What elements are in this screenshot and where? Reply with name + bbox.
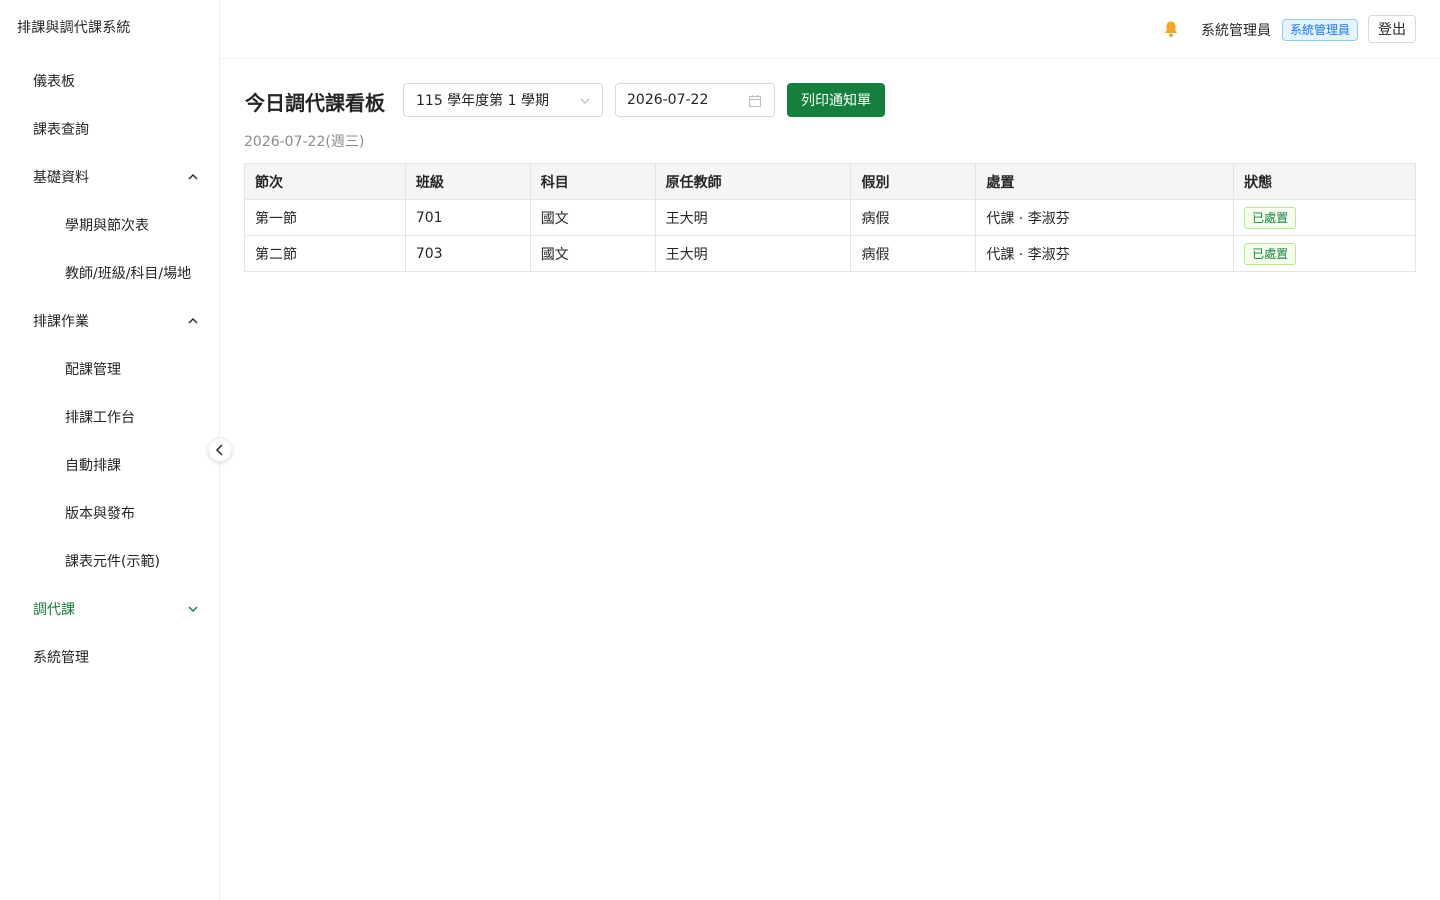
sidebar-item-label: 配課管理 [65,362,121,378]
sidebar-item-label: 儀表板 [33,74,75,90]
column-header-period: 節次 [244,163,406,200]
role-badge: 系統管理員 [1282,19,1359,41]
cell-handling: 代課 · 李淑芬 [975,199,1235,236]
sidebar-item-label: 調代課 [33,602,75,618]
cell-subject: 國文 [529,235,656,272]
cell-handling: 代課 · 李淑芬 [975,235,1235,272]
status-badge: 已處置 [1244,242,1297,265]
date-picker-value: 2026-07-22 [627,92,709,108]
sidebar-item-teachers-classes[interactable]: 教師/班級/科目/場地 [0,249,219,297]
calendar-icon [748,95,762,108]
cell-period: 第二節 [244,235,406,272]
cell-original-teacher: 王大明 [654,235,852,272]
sidebar-item-dashboard[interactable]: 儀表板 [0,57,219,105]
sidebar-item-timetable-query[interactable]: 課表查詢 [0,105,219,153]
column-header-class: 班級 [404,163,531,200]
sidebar-item-label: 教師/班級/科目/場地 [65,266,192,282]
sidebar-item-label: 課表元件(示範) [65,554,160,570]
print-notice-button[interactable]: 列印通知單 [787,83,885,117]
sidebar-item-label: 自動排課 [65,458,121,474]
sidebar-item-basic-data[interactable]: 基礎資料 [0,153,219,201]
chevron-down-icon [580,98,590,104]
sidebar-item-system-admin[interactable]: 系統管理 [0,633,219,681]
sidebar-item-timetable-component[interactable]: 課表元件(示範) [0,537,219,585]
chevron-up-icon [188,318,198,324]
table-row: 第二節 703 國文 王大明 病假 代課 · 李淑芬 已處置 [244,235,1416,272]
date-picker[interactable]: 2026-07-22 [615,83,775,117]
logout-button[interactable]: 登出 [1368,15,1416,43]
table-row: 第一節 701 國文 王大明 病假 代課 · 李淑芬 已處置 [244,199,1416,236]
bell-icon[interactable] [1163,20,1179,38]
sidebar-item-auto-scheduling[interactable]: 自動排課 [0,441,219,489]
sidebar-item-label: 排課工作台 [65,410,135,426]
sidebar-item-terms-periods[interactable]: 學期與節次表 [0,201,219,249]
sidebar-item-label: 學期與節次表 [65,218,149,234]
sidebar-collapse-button[interactable] [208,438,232,462]
sidebar-item-scheduling-workbench[interactable]: 排課工作台 [0,393,219,441]
chevron-left-icon [215,444,223,456]
column-header-handling: 處置 [975,163,1235,200]
column-header-subject: 科目 [529,163,656,200]
status-badge: 已處置 [1244,206,1297,229]
sidebar-item-label: 基礎資料 [33,170,89,186]
cell-class: 701 [404,199,531,236]
app-title: 排課與調代課系統 [17,20,131,36]
table-header-row: 節次 班級 科目 原任教師 假別 處置 狀態 [244,163,1416,200]
cell-leave-type: 病假 [850,235,977,272]
column-header-original-teacher: 原任教師 [654,163,852,200]
sidebar-item-label: 課表查詢 [33,122,89,138]
sidebar-item-label: 排課作業 [33,314,89,330]
cell-status: 已處置 [1233,199,1416,236]
chevron-up-icon [188,174,198,180]
term-select-value: 115 學年度第 1 學期 [416,93,549,109]
sidebar-item-label: 版本與發布 [65,506,135,522]
cell-original-teacher: 王大明 [654,199,852,236]
cell-status: 已處置 [1233,235,1416,272]
sidebar-item-label: 系統管理 [33,650,89,666]
sidebar-menu: 儀表板 課表查詢 基礎資料 學期與節次表 教師/班級/科目/場地 排課作業 配課… [0,57,219,681]
sidebar-item-substitution[interactable]: 調代課 [0,585,219,633]
cell-leave-type: 病假 [850,199,977,236]
sidebar-item-scheduling[interactable]: 排課作業 [0,297,219,345]
cell-period: 第一節 [244,199,406,236]
page-title: 今日調代課看板 [245,91,385,115]
sidebar-item-versions-publish[interactable]: 版本與發布 [0,489,219,537]
cell-subject: 國文 [529,199,656,236]
substitution-table: 節次 班級 科目 原任教師 假別 處置 狀態 第一節 701 國文 王大明 病假… [244,163,1416,272]
sidebar-item-course-allocation[interactable]: 配課管理 [0,345,219,393]
column-header-leave-type: 假別 [850,163,977,200]
cell-class: 703 [404,235,531,272]
date-subtitle: 2026-07-22(週三) [244,134,365,150]
term-select[interactable]: 115 學年度第 1 學期 [403,83,603,117]
column-header-status: 狀態 [1233,163,1416,200]
chevron-down-icon [188,606,198,612]
user-name: 系統管理員 [1201,23,1271,39]
top-header: 系統管理員 系統管理員 登出 [220,0,1440,59]
sidebar: 排課與調代課系統 儀表板 課表查詢 基礎資料 學期與節次表 教師/班級/科目/場… [0,0,220,900]
